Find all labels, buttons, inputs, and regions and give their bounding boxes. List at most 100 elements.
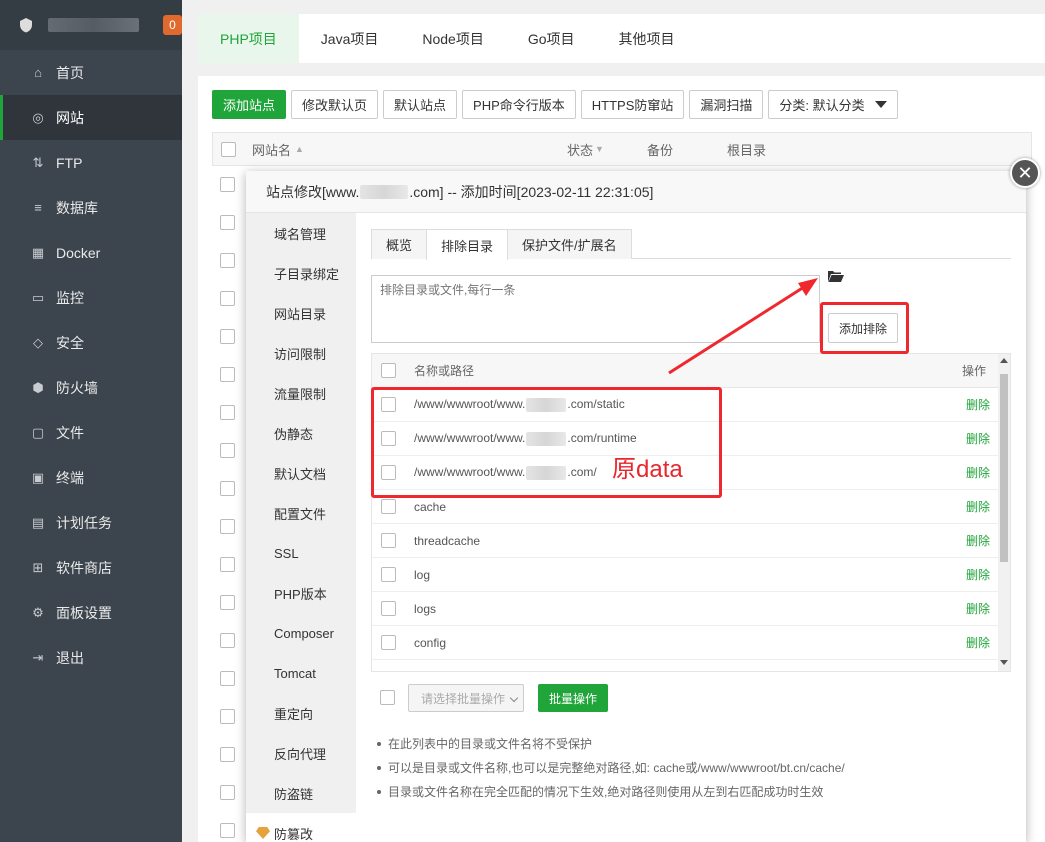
delete-link[interactable]: 删除 <box>966 430 990 447</box>
side-menu-item[interactable]: Tomcat <box>246 653 356 693</box>
site-row-checkbox[interactable] <box>220 329 235 344</box>
list-scrollbar[interactable] <box>998 354 1010 671</box>
batch-operation-select[interactable]: 请选择批量操作 <box>408 684 524 712</box>
tab-go-project[interactable]: Go项目 <box>506 14 597 63</box>
col-site-name[interactable]: 网站名 <box>252 140 291 159</box>
site-row-checkbox[interactable] <box>220 367 235 382</box>
site-row-checkbox[interactable] <box>220 557 235 572</box>
sidebar-item[interactable]: ▭ 监控 <box>0 275 182 320</box>
tab-java-project[interactable]: Java项目 <box>299 14 401 63</box>
side-menu-item[interactable]: 重定向 <box>246 693 356 733</box>
row-checkbox[interactable] <box>381 499 396 514</box>
row-checkbox[interactable] <box>381 567 396 582</box>
delete-link[interactable]: 删除 <box>966 498 990 515</box>
sidebar-item[interactable]: ⇅ FTP <box>0 140 182 185</box>
sidebar-item[interactable]: ⌂ 首页 <box>0 50 182 95</box>
sidebar-item[interactable]: ≡ 数据库 <box>0 185 182 230</box>
add-site-button[interactable]: 添加站点 <box>212 90 287 119</box>
tab-node-project[interactable]: Node项目 <box>400 14 505 63</box>
site-row-checkbox[interactable] <box>220 253 235 268</box>
side-menu-item[interactable]: 访问限制 <box>246 333 356 373</box>
col-status[interactable]: 状态 <box>567 140 593 159</box>
site-row-checkbox[interactable] <box>220 747 235 762</box>
site-row-checkbox[interactable] <box>220 177 235 192</box>
site-row-checkbox[interactable] <box>220 595 235 610</box>
tab-php-project[interactable]: PHP项目 <box>198 14 299 63</box>
site-row-checkbox[interactable] <box>220 519 235 534</box>
sidebar-item-label: 面板设置 <box>56 604 112 621</box>
batch-actions: 请选择批量操作 批量操作 <box>371 684 1011 714</box>
row-checkbox[interactable] <box>381 601 396 616</box>
tab-overview[interactable]: 概览 <box>371 229 428 259</box>
sidebar-item[interactable]: ▣ 终端 <box>0 455 182 500</box>
site-row-checkbox[interactable] <box>220 405 235 420</box>
side-menu-item[interactable]: 配置文件 <box>246 493 356 533</box>
row-checkbox[interactable] <box>381 635 396 650</box>
side-menu-item[interactable]: SSL <box>246 533 356 573</box>
select-all-checkbox[interactable] <box>221 141 236 157</box>
delete-link[interactable]: 删除 <box>966 532 990 549</box>
row-checkbox[interactable] <box>381 465 396 480</box>
delete-link[interactable]: 删除 <box>966 396 990 413</box>
side-menu-item[interactable]: 流量限制 <box>246 373 356 413</box>
sort-up-icon[interactable]: ▲ <box>295 144 304 154</box>
side-menu-item[interactable]: 反向代理 <box>246 733 356 773</box>
sidebar-item[interactable]: ◇ 安全 <box>0 320 182 365</box>
panel-logo-icon <box>18 17 34 33</box>
delete-link[interactable]: 删除 <box>966 634 990 651</box>
sidebar-item[interactable]: ▢ 文件 <box>0 410 182 455</box>
notification-badge[interactable]: 0 <box>163 15 182 35</box>
sidebar-item[interactable]: ◎ 网站 <box>0 95 182 140</box>
category-select[interactable]: 分类: 默认分类 <box>768 90 899 119</box>
delete-link[interactable]: 删除 <box>966 600 990 617</box>
side-menu-item[interactable]: PHP版本 <box>246 573 356 613</box>
side-menu-item[interactable]: 伪静态 <box>246 413 356 453</box>
scroll-thumb[interactable] <box>1000 374 1008 562</box>
site-row-checkbox[interactable] <box>220 633 235 648</box>
scroll-down-icon[interactable] <box>1000 660 1008 665</box>
batch-operation-button[interactable]: 批量操作 <box>538 684 608 712</box>
sidebar-item[interactable]: ▦ Docker <box>0 230 182 275</box>
vuln-scan-button[interactable]: 漏洞扫描 <box>689 90 764 119</box>
site-row-checkbox[interactable] <box>220 481 235 496</box>
sort-down-icon[interactable]: ▼ <box>595 144 604 154</box>
delete-link[interactable]: 删除 <box>966 566 990 583</box>
side-menu-item[interactable]: 子目录绑定 <box>246 253 356 293</box>
close-modal-button[interactable]: ✕ <box>1010 158 1040 188</box>
side-menu-item[interactable]: Composer <box>246 613 356 653</box>
site-row-checkbox[interactable] <box>220 671 235 686</box>
scroll-up-icon[interactable] <box>1000 358 1008 363</box>
sidebar-item[interactable]: ⬢ 防火墙 <box>0 365 182 410</box>
site-row-checkbox[interactable] <box>220 785 235 800</box>
sidebar-item[interactable]: ⚙ 面板设置 <box>0 590 182 635</box>
sidebar-item[interactable]: ⊞ 软件商店 <box>0 545 182 590</box>
side-menu-item[interactable]: 防篡改 <box>246 813 356 842</box>
folder-open-icon[interactable] <box>827 269 845 283</box>
site-row-checkbox[interactable] <box>220 709 235 724</box>
site-row-checkbox[interactable] <box>220 291 235 306</box>
sidebar-item[interactable]: ⇥ 退出 <box>0 635 182 680</box>
https-protection-button[interactable]: HTTPS防窜站 <box>580 90 685 119</box>
site-row-checkbox[interactable] <box>220 215 235 230</box>
default-site-button[interactable]: 默认站点 <box>383 90 458 119</box>
site-row-checkbox[interactable] <box>220 443 235 458</box>
select-all-exclusions-checkbox[interactable] <box>381 363 396 378</box>
side-menu-item[interactable]: 防盗链 <box>246 773 356 813</box>
sidebar-item[interactable]: ▤ 计划任务 <box>0 500 182 545</box>
side-menu-item[interactable]: 网站目录 <box>246 293 356 333</box>
tab-protect-file-ext[interactable]: 保护文件/扩展名 <box>507 229 632 259</box>
row-checkbox[interactable] <box>381 397 396 412</box>
add-exclusion-button[interactable]: 添加排除 <box>828 313 898 343</box>
row-checkbox[interactable] <box>381 533 396 548</box>
site-row-checkbox[interactable] <box>220 823 235 838</box>
modify-default-page-button[interactable]: 修改默认页 <box>291 90 379 119</box>
side-menu-item[interactable]: 默认文档 <box>246 453 356 493</box>
delete-link[interactable]: 删除 <box>966 464 990 481</box>
php-cli-version-button[interactable]: PHP命令行版本 <box>462 90 576 119</box>
row-checkbox[interactable] <box>381 431 396 446</box>
batch-select-all-checkbox[interactable] <box>380 690 395 705</box>
tab-exclude-dir[interactable]: 排除目录 <box>426 229 509 260</box>
exclude-path-input[interactable] <box>371 275 820 343</box>
tab-other-project[interactable]: 其他项目 <box>597 14 697 63</box>
side-menu-item[interactable]: 域名管理 <box>246 213 356 253</box>
